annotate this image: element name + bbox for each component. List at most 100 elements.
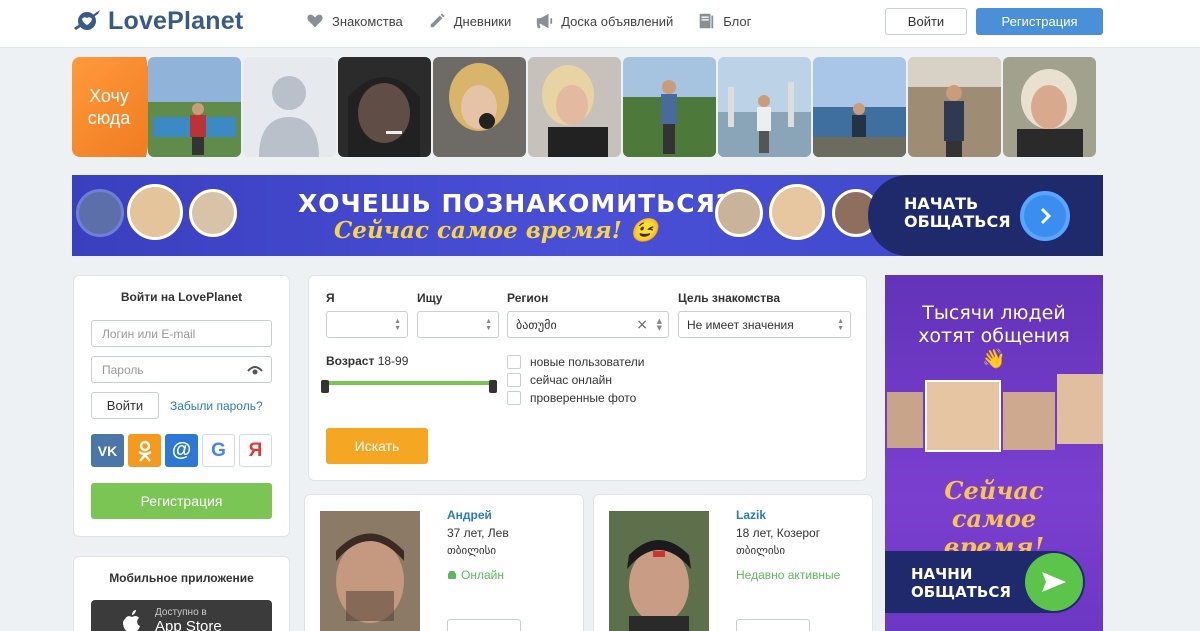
ad-title: Тысячи людей хотят общения 👋: [918, 302, 1070, 370]
chevron-right-icon[interactable]: [1020, 191, 1070, 241]
user-photo[interactable]: [1003, 57, 1096, 157]
user-photo[interactable]: [528, 57, 621, 157]
sort-arrows-icon: ▲ ▼: [485, 318, 492, 332]
want-here-button[interactable]: Хочу сюда: [72, 57, 156, 157]
age-slider-track: [321, 381, 497, 385]
sort-arrows-icon: ▲ ▼: [837, 318, 844, 332]
user-photo[interactable]: [813, 57, 906, 157]
checkbox-online-now[interactable]: сейчас онлайн: [507, 371, 645, 389]
social-login: VK @ G Я: [91, 434, 272, 467]
register-button[interactable]: Регистрация: [976, 8, 1103, 35]
region-select[interactable]: ბათუმი × ▲ ▼: [507, 311, 669, 338]
password-input[interactable]: Пароль: [91, 356, 272, 383]
app-store-small: Доступно в: [155, 607, 207, 618]
profile-photo[interactable]: [609, 511, 709, 631]
apple-icon: [123, 610, 140, 631]
user-photo[interactable]: [908, 57, 1001, 157]
mobile-title: Мобильное приложение: [109, 571, 254, 585]
profile-photo[interactable]: [320, 511, 420, 631]
user-photo[interactable]: [433, 57, 526, 157]
checkbox-verified-photo[interactable]: проверенные фото: [507, 389, 645, 407]
nav-item-blog[interactable]: Блог: [697, 12, 751, 30]
profile-city: თბილისი: [447, 544, 497, 557]
profile-name[interactable]: Lazik: [736, 508, 766, 522]
enter-button[interactable]: Войти: [91, 392, 159, 419]
ad-cta[interactable]: НАЧНИ ОБЩАТЬСЯ: [885, 551, 1085, 613]
age-title: Возраст: [326, 354, 375, 368]
profile-action-button[interactable]: [447, 619, 521, 631]
profile-status-text: Недавно активные: [736, 568, 841, 582]
age-range: 18-99: [377, 354, 409, 368]
seek-label: Ищу: [417, 291, 443, 305]
banner-title: ХОЧЕШЬ ПОЗНАКОМИТЬСЯ?: [298, 189, 732, 218]
goal-value: Не имеет значения: [687, 317, 794, 332]
profile-action-button[interactable]: [736, 619, 810, 631]
user-photo[interactable]: [338, 57, 431, 157]
banner-cta[interactable]: НАЧАТЬ ОБЩАТЬСЯ: [868, 175, 1103, 256]
checkbox[interactable]: [507, 355, 521, 369]
profile-card[interactable]: Lazik 18 лет, Козерог თბილისი Недавно ак…: [593, 494, 873, 631]
region-value: ბათუმი: [516, 317, 557, 332]
profile-status: Онлайн: [447, 568, 504, 582]
banner-cta-text: НАЧАТЬ ОБЩАТЬСЯ: [904, 194, 1011, 231]
logo-text: LovePlanet: [108, 6, 244, 35]
side-ad[interactable]: Тысячи людей хотят общения 👋 Сейчас само…: [885, 275, 1103, 631]
i-label: Я: [326, 291, 335, 305]
user-photo[interactable]: [623, 57, 716, 157]
user-photo[interactable]: [148, 57, 241, 157]
user-photo-placeholder[interactable]: [243, 57, 336, 157]
mail-icon[interactable]: @: [165, 434, 198, 467]
checkbox[interactable]: [507, 373, 521, 387]
sort-arrows-icon: ▲ ▼: [394, 318, 401, 332]
google-icon[interactable]: G: [202, 434, 235, 467]
region-label: Регион: [507, 291, 549, 305]
vk-icon[interactable]: VK: [91, 434, 124, 467]
nav-item-diaries[interactable]: Дневники: [428, 12, 512, 30]
banner-avatar: [76, 189, 124, 237]
ad-faces: [885, 370, 1103, 460]
profile-card[interactable]: Андрей 37 лет, Лев თბილისი Онлайн: [304, 494, 584, 631]
checkbox-new-users[interactable]: новые пользователи: [507, 353, 645, 371]
forgot-password-link[interactable]: Забыли пароль?: [170, 399, 263, 413]
login-button[interactable]: Войти: [885, 8, 967, 35]
logo[interactable]: LovePlanet: [72, 6, 243, 36]
goal-select[interactable]: Не имеет значения ▲ ▼: [678, 311, 851, 338]
nav-label: Блог: [723, 13, 752, 29]
banner-avatar: [769, 184, 825, 240]
age-slider[interactable]: [321, 378, 497, 396]
ok-icon[interactable]: [128, 434, 161, 467]
book-icon: [699, 13, 714, 29]
heart-icon: [307, 14, 323, 28]
megaphone-icon: [537, 13, 553, 29]
search-button[interactable]: Искать: [326, 428, 428, 464]
search-form: Я Ищу Регион Цель знакомства ▲ ▼ ▲ ▼ ბათუმ…: [308, 275, 867, 481]
seek-select[interactable]: ▲ ▼: [417, 311, 499, 338]
clear-icon[interactable]: ×: [636, 317, 648, 333]
age-slider-max-handle[interactable]: [489, 380, 497, 393]
checkbox[interactable]: [507, 391, 521, 405]
promo-banner[interactable]: ХОЧЕШЬ ПОЗНАКОМИТЬСЯ? Сейчас самое время…: [72, 175, 1103, 256]
age-slider-min-handle[interactable]: [321, 380, 329, 393]
send-icon[interactable]: [1025, 553, 1083, 611]
profile-name[interactable]: Андрей: [447, 508, 492, 522]
password-placeholder: Пароль: [102, 362, 144, 377]
app-store-big: App Store: [155, 618, 222, 631]
yandex-icon[interactable]: Я: [239, 434, 272, 467]
main-nav: Знакомства Дневники Доска объявлений Бло…: [306, 12, 751, 30]
login-card: Войти на LovePlanet Логин или E-mail Пар…: [73, 275, 290, 537]
nav-label: Дневники: [453, 13, 512, 29]
i-select[interactable]: ▲ ▼: [326, 311, 408, 338]
app-store-button[interactable]: Доступно в App Store: [91, 600, 272, 631]
register-green-button[interactable]: Регистрация: [91, 483, 272, 519]
user-photo[interactable]: [718, 57, 811, 157]
login-input[interactable]: Логин или E-mail: [91, 320, 272, 347]
checkbox-label: новые пользователи: [530, 355, 645, 369]
nav-item-board[interactable]: Доска объявлений: [535, 12, 673, 30]
android-icon: [448, 571, 456, 579]
eye-icon[interactable]: [247, 365, 263, 375]
banner-avatar: [127, 184, 183, 240]
age-label: Возраст 18-99: [326, 354, 408, 368]
pencil-icon: [430, 13, 445, 28]
ad-cta-text: НАЧНИ ОБЩАТЬСЯ: [911, 565, 1011, 601]
nav-item-dating[interactable]: Знакомства: [306, 12, 403, 30]
